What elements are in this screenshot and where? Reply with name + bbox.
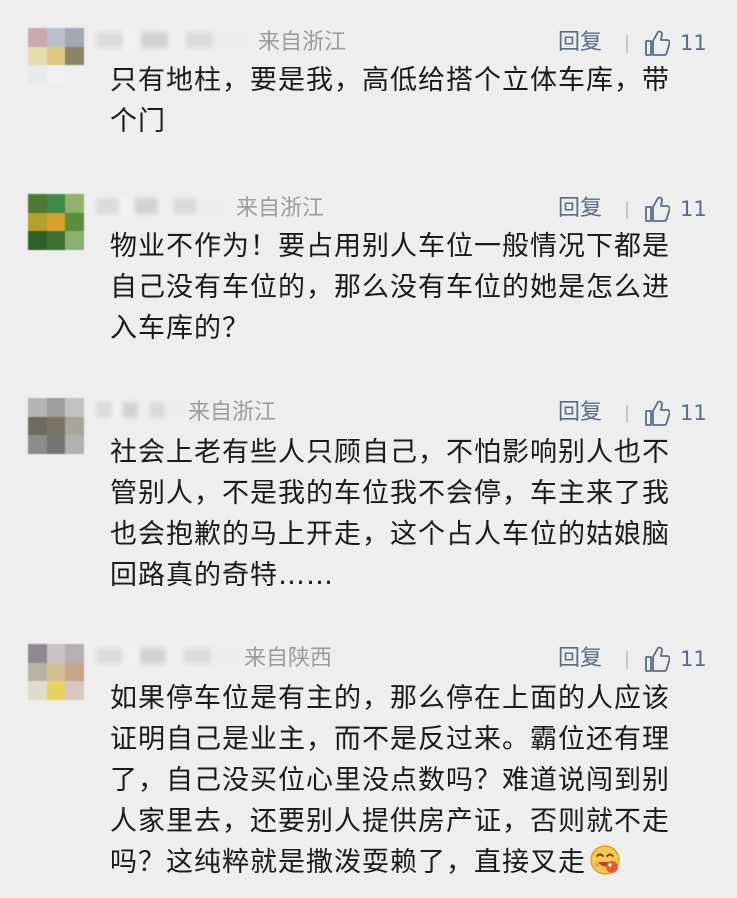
avatar-pixel [65, 46, 84, 66]
username-blurred[interactable] [96, 402, 184, 418]
comment-text: 物业不作为！要占用别人车位一般情况下都是 自己没有车位的，那么没有车位的她是怎么… [110, 226, 720, 349]
avatar-pixel [28, 231, 47, 250]
comment-line: 个门 [110, 106, 166, 137]
comment-text: 如果停车位是有主的，那么停在上面的人应该 证明自己是业主，而不是反过来。霸位还有… [110, 678, 720, 883]
comment-line: 自己没有车位的，那么没有车位的她是怎么进 [110, 272, 670, 303]
comment-line: 也会抱歉的马上开走，这个占人车位的姑娘脑 [110, 519, 670, 550]
avatar[interactable] [28, 398, 84, 454]
thumbs-up-icon[interactable] [644, 399, 670, 427]
location-label: 来自浙江 [258, 30, 347, 55]
laughing-emoji-icon [590, 845, 620, 875]
username-blurred[interactable] [96, 32, 246, 48]
like-count: 11 [680, 31, 707, 55]
comment-line: 了，自己没买位心里没点数吗？难道说闯到别 [110, 765, 670, 796]
avatar-pixel [65, 681, 84, 700]
avatar-pixel [65, 435, 84, 454]
comment-line: 入车库的？ [110, 313, 250, 344]
divider [626, 201, 628, 219]
avatar-pixel [65, 644, 84, 663]
avatar-pixel [28, 194, 47, 213]
like-count: 11 [680, 647, 707, 671]
avatar-pixel [28, 46, 47, 66]
comment-line: 吗？这纯粹就是撒泼耍赖了，直接叉走 [110, 847, 586, 878]
reply-button[interactable]: 回复 [558, 398, 602, 428]
location-label: 来自浙江 [236, 196, 325, 221]
comment-text: 只有地柱，要是我，高低给搭个立体车库，带 个门 [110, 60, 720, 142]
divider [626, 405, 628, 423]
username-blurred[interactable] [96, 648, 242, 664]
comment-text: 社会上老有些人只顾自己，不怕影响别人也不 管别人，不是我的车位我不会停，车主来了… [110, 432, 720, 596]
avatar[interactable] [28, 28, 84, 84]
comment-line-last: 吗？这纯粹就是撒泼耍赖了，直接叉走 [110, 842, 720, 883]
avatar-pixel [28, 28, 47, 47]
reply-button[interactable]: 回复 [558, 644, 602, 674]
avatar-pixel [65, 416, 84, 436]
thumbs-up-icon[interactable] [644, 29, 670, 57]
avatar-pixel [46, 65, 66, 84]
comment-line: 社会上老有些人只顾自己，不怕影响别人也不 [110, 437, 670, 468]
comment-line: 只有地柱，要是我，高低给搭个立体车库，带 [110, 65, 670, 96]
avatar-pixel [65, 194, 84, 213]
avatar-pixel [65, 65, 84, 84]
avatar-pixel [28, 212, 47, 232]
comment-line: 人家里去，还要别人提供房产证，否则就不走 [110, 806, 670, 837]
avatar-pixel [65, 662, 84, 682]
avatar-pixel [28, 398, 47, 417]
divider [626, 35, 628, 53]
avatar-pixel [46, 662, 66, 682]
like-count: 11 [680, 401, 707, 425]
comment-line: 管别人，不是我的车位我不会停，车主来了我 [110, 478, 670, 509]
avatar-pixel [46, 416, 66, 436]
avatar-pixel [46, 231, 66, 250]
avatar-pixel [46, 435, 66, 454]
reply-button[interactable]: 回复 [558, 194, 602, 224]
avatar-pixel [46, 28, 66, 47]
comment-line: 物业不作为！要占用别人车位一般情况下都是 [110, 231, 670, 262]
avatar-pixel [46, 398, 66, 417]
avatar-pixel [28, 644, 47, 663]
avatar-pixel [28, 65, 47, 84]
avatar-pixel [28, 435, 47, 454]
avatar-pixel [65, 212, 84, 232]
avatar-pixel [65, 398, 84, 417]
avatar[interactable] [28, 644, 84, 700]
avatar[interactable] [28, 194, 84, 250]
reply-button[interactable]: 回复 [558, 28, 602, 58]
avatar-pixel [46, 194, 66, 213]
avatar-pixel [46, 681, 66, 700]
avatar-pixel [28, 662, 47, 682]
like-count: 11 [680, 197, 707, 221]
thumbs-up-icon[interactable] [644, 645, 670, 673]
username-blurred[interactable] [96, 198, 224, 214]
location-label: 来自陕西 [244, 646, 333, 671]
avatar-pixel [46, 212, 66, 232]
divider [626, 651, 628, 669]
comment-line: 回路真的奇特…… [110, 560, 334, 591]
location-label: 来自浙江 [188, 400, 277, 425]
comment-line: 证明自己是业主，而不是反过来。霸位还有理 [110, 724, 670, 755]
avatar-pixel [46, 46, 66, 66]
avatar-pixel [65, 231, 84, 250]
avatar-pixel [28, 681, 47, 700]
thumbs-up-icon[interactable] [644, 195, 670, 223]
comment-line: 如果停车位是有主的，那么停在上面的人应该 [110, 683, 670, 714]
avatar-pixel [28, 416, 47, 436]
avatar-pixel [46, 644, 66, 663]
avatar-pixel [65, 28, 84, 47]
